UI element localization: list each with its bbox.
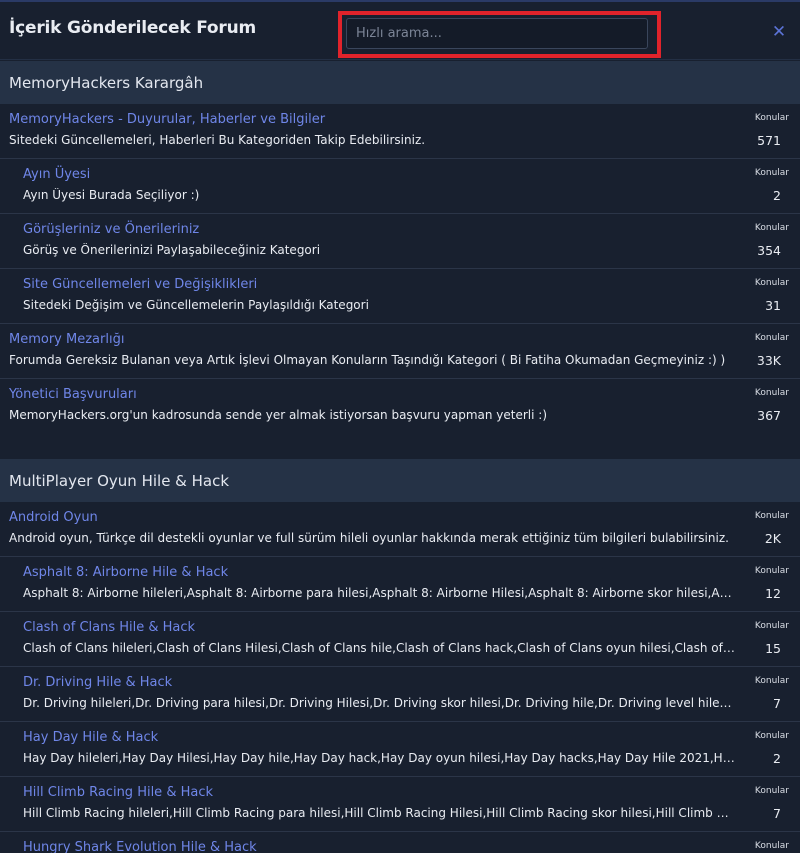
- forum-row[interactable]: Ayın Üyesi Ayın Üyesi Burada Seçiliyor :…: [0, 159, 800, 214]
- forum-row[interactable]: Dr. Driving Hile & Hack Dr. Driving hile…: [0, 667, 800, 722]
- forum-name-link[interactable]: Memory Mezarlığı: [9, 332, 124, 347]
- quick-search-input[interactable]: [346, 18, 648, 49]
- forum-row[interactable]: Clash of Clans Hile & Hack Clash of Clan…: [0, 612, 800, 667]
- forum-row[interactable]: MemoryHackers - Duyurular, Haberler ve B…: [0, 104, 800, 159]
- forum-description: Sitedeki Güncellemeleri, Haberleri Bu Ka…: [9, 133, 426, 147]
- forum-name-link[interactable]: Hay Day Hile & Hack: [23, 730, 158, 745]
- forum-row[interactable]: Görüşleriniz ve Önerileriniz Görüş ve Ön…: [0, 214, 800, 269]
- topics-count: 2: [773, 751, 781, 766]
- forum-row[interactable]: Asphalt 8: Airborne Hile & Hack Asphalt …: [0, 557, 800, 612]
- forum-name-link[interactable]: Hill Climb Racing Hile & Hack: [23, 785, 213, 800]
- topics-label: Konular: [754, 168, 789, 178]
- forum-description: Görüş ve Önerilerinizi Paylaşabileceğini…: [23, 243, 321, 257]
- overlay-title: İçerik Gönderilecek Forum: [9, 18, 257, 38]
- forum-row[interactable]: Android Oyun Android oyun, Türkçe dil de…: [0, 502, 800, 557]
- topics-label: Konular: [754, 841, 789, 851]
- forum-row[interactable]: Hungry Shark Evolution Hile & Hack Konul…: [0, 832, 800, 853]
- close-icon[interactable]: ✕: [770, 23, 788, 41]
- topics-count: 12: [765, 586, 781, 601]
- forum-name-link[interactable]: Dr. Driving Hile & Hack: [23, 675, 172, 690]
- forum-description: Asphalt 8: Airborne hileleri,Asphalt 8: …: [23, 586, 735, 600]
- forum-description: Forumda Gereksiz Bulanan veya Artık İşle…: [9, 353, 726, 367]
- topics-label: Konular: [754, 278, 789, 288]
- forum-name-link[interactable]: Ayın Üyesi: [23, 167, 90, 182]
- topics-label: Konular: [754, 511, 789, 521]
- topics-label: Konular: [754, 333, 789, 343]
- category-header-multiplayer: MultiPlayer Oyun Hile & Hack: [0, 459, 800, 502]
- forum-description: Hay Day hileleri,Hay Day Hilesi,Hay Day …: [23, 751, 735, 765]
- topics-count: 7: [773, 806, 781, 821]
- forum-list-multiplayer: Android Oyun Android oyun, Türkçe dil de…: [0, 502, 800, 853]
- topics-label: Konular: [754, 676, 789, 686]
- topics-label: Konular: [754, 223, 789, 233]
- forum-name-link[interactable]: Asphalt 8: Airborne Hile & Hack: [23, 565, 228, 580]
- topics-count: 2K: [764, 531, 781, 546]
- topics-count: 33K: [756, 353, 781, 368]
- topics-label: Konular: [754, 388, 789, 398]
- forum-description: MemoryHackers.org'un kadrosunda sende ye…: [9, 408, 547, 422]
- forum-row[interactable]: Yönetici Başvuruları MemoryHackers.org'u…: [0, 379, 800, 434]
- forum-row[interactable]: Site Güncellemeleri ve Değişiklikleri Si…: [0, 269, 800, 324]
- forum-description: Android oyun, Türkçe dil destekli oyunla…: [9, 531, 729, 545]
- forum-name-link[interactable]: MemoryHackers - Duyurular, Haberler ve B…: [9, 112, 325, 127]
- forum-description: Hill Climb Racing hileleri,Hill Climb Ra…: [23, 806, 735, 820]
- topics-label: Konular: [754, 113, 789, 123]
- forum-description: Clash of Clans hileleri,Clash of Clans H…: [23, 641, 735, 655]
- topics-count: 571: [757, 133, 781, 148]
- forum-name-link[interactable]: Yönetici Başvuruları: [9, 387, 137, 402]
- forum-name-link[interactable]: Site Güncellemeleri ve Değişiklikleri: [23, 277, 257, 292]
- forum-row[interactable]: Memory Mezarlığı Forumda Gereksiz Bulana…: [0, 324, 800, 379]
- topics-label: Konular: [754, 731, 789, 741]
- forum-name-link[interactable]: Hungry Shark Evolution Hile & Hack: [23, 840, 257, 853]
- topics-count: 2: [773, 188, 781, 203]
- forum-description: Dr. Driving hileleri,Dr. Driving para hi…: [23, 696, 735, 710]
- topics-count: 7: [773, 696, 781, 711]
- topics-count: 367: [757, 408, 781, 423]
- topics-label: Konular: [754, 621, 789, 631]
- topics-count: 31: [765, 298, 781, 313]
- forum-row[interactable]: Hay Day Hile & Hack Hay Day hileleri,Hay…: [0, 722, 800, 777]
- topics-label: Konular: [754, 786, 789, 796]
- category-header-karargah: MemoryHackers Karargâh: [0, 61, 800, 104]
- forum-name-link[interactable]: Görüşleriniz ve Önerileriniz: [23, 222, 199, 237]
- forum-row[interactable]: Hill Climb Racing Hile & Hack Hill Climb…: [0, 777, 800, 832]
- forum-name-link[interactable]: Clash of Clans Hile & Hack: [23, 620, 195, 635]
- topics-count: 354: [757, 243, 781, 258]
- topics-label: Konular: [754, 566, 789, 576]
- topics-count: 15: [765, 641, 781, 656]
- forum-description: Ayın Üyesi Burada Seçiliyor :): [23, 188, 200, 202]
- forum-name-link[interactable]: Android Oyun: [9, 510, 98, 525]
- forum-list-karargah: MemoryHackers - Duyurular, Haberler ve B…: [0, 104, 800, 434]
- forum-description: Sitedeki Değişim ve Güncellemelerin Payl…: [23, 298, 369, 312]
- overlay-header: İçerik Gönderilecek Forum ✕: [0, 2, 800, 60]
